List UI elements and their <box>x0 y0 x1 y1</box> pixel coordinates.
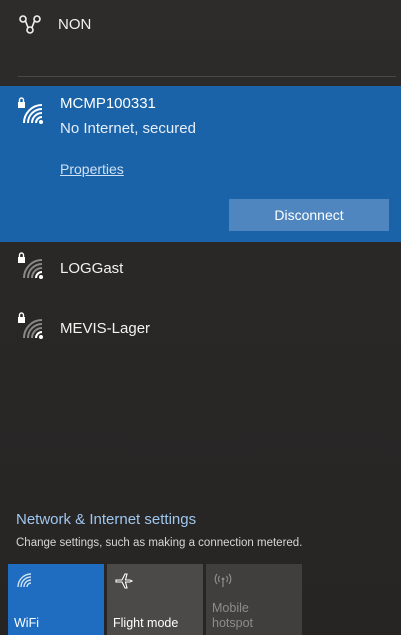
properties-link[interactable]: Properties <box>60 161 124 177</box>
wifi-icon <box>16 572 32 591</box>
network-item-loggast[interactable]: LOGGast <box>0 246 401 296</box>
wifi-secured-icon <box>16 311 46 346</box>
tile-label: Mobile hotspot <box>212 601 254 630</box>
mobile-hotspot-toggle-tile[interactable]: Mobile hotspot <box>206 564 302 635</box>
network-settings-description: Change settings, such as making a connec… <box>16 537 303 549</box>
network-settings-link[interactable]: Network & Internet settings <box>16 511 196 528</box>
divider <box>18 76 396 77</box>
network-status: No Internet, secured <box>60 120 196 137</box>
network-item-connected[interactable]: MCMP100331 No Internet, secured Properti… <box>0 86 401 242</box>
network-item-mevis-lager[interactable]: MEVIS-Lager <box>0 306 401 356</box>
wifi-secured-icon <box>16 251 46 286</box>
hotspot-icon <box>214 572 232 591</box>
network-name: MCMP100331 <box>60 95 156 112</box>
disconnect-button[interactable]: Disconnect <box>229 199 389 231</box>
wifi-secured-icon <box>16 96 46 131</box>
wifi-disconnected-icon <box>18 12 44 43</box>
airplane-icon <box>115 572 134 593</box>
network-name: NON <box>58 16 92 33</box>
wifi-toggle-tile[interactable]: WiFi <box>8 564 104 635</box>
tile-label: WiFi <box>14 616 39 630</box>
flight-mode-toggle-tile[interactable]: Flight mode <box>107 564 203 635</box>
network-name: LOGGast <box>60 260 124 277</box>
network-name: MEVIS-Lager <box>60 320 151 337</box>
tile-label: Flight mode <box>113 616 179 630</box>
wifi-flyout: NON MCMP100331 No Internet, secured Prop… <box>0 0 401 635</box>
network-item-non[interactable]: NON <box>0 0 401 56</box>
